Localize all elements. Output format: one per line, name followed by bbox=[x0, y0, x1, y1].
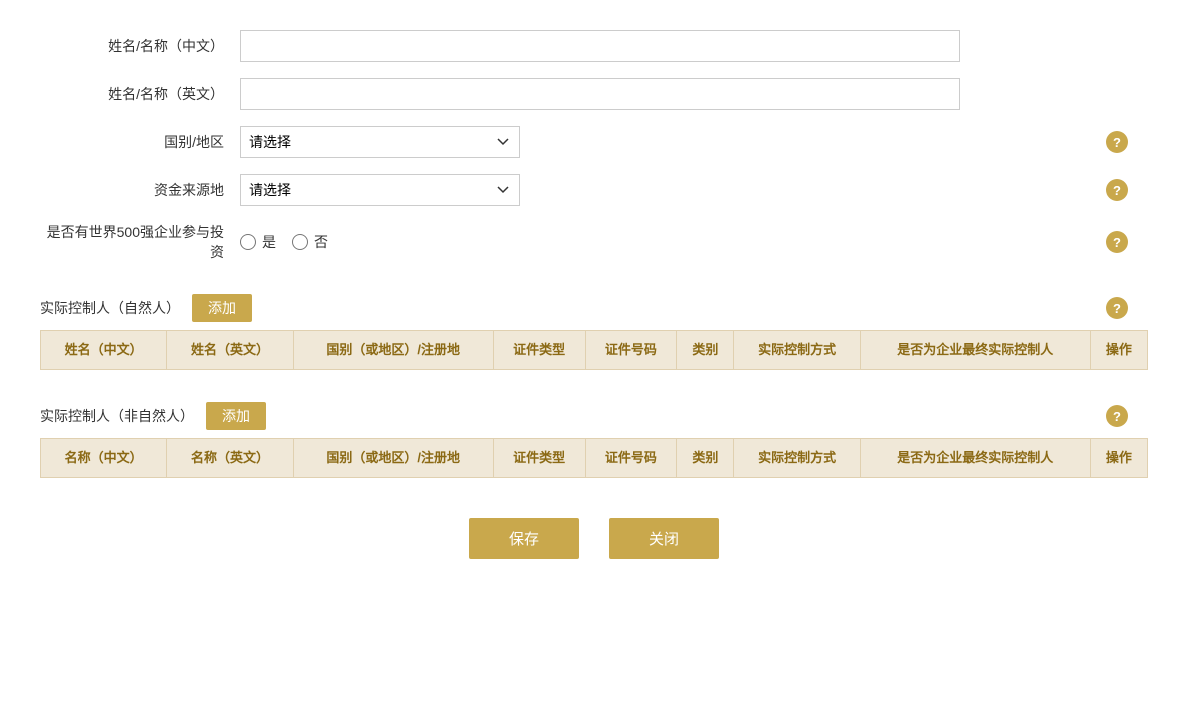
name-en-input[interactable] bbox=[240, 78, 960, 110]
section1-add-button[interactable]: 添加 bbox=[192, 294, 252, 322]
fund-source-select[interactable]: 请选择 bbox=[240, 174, 520, 206]
name-en-label: 姓名/名称（英文） bbox=[40, 84, 240, 104]
section1-col-country: 国别（或地区）/注册地 bbox=[293, 331, 493, 370]
name-cn-label: 姓名/名称（中文） bbox=[40, 36, 240, 56]
section2-col-control-method: 实际控制方式 bbox=[734, 439, 860, 478]
section2-table-header-row: 名称（中文） 名称（英文） 国别（或地区）/注册地 证件类型 证件号码 类别 实… bbox=[41, 439, 1148, 478]
section2-col-final-controller: 是否为企业最终实际控制人 bbox=[860, 439, 1090, 478]
section2-header: 实际控制人（非自然人） 添加 ? bbox=[40, 394, 1148, 438]
fortune500-row: 是否有世界500强企业参与投资 是 否 ? bbox=[40, 222, 1148, 262]
section1-col-name-cn: 姓名（中文） bbox=[41, 331, 167, 370]
country-label: 国别/地区 bbox=[40, 132, 240, 152]
section2-col-country: 国别（或地区）/注册地 bbox=[293, 439, 493, 478]
section1-header: 实际控制人（自然人） 添加 ? bbox=[40, 286, 1148, 330]
section1-table: 姓名（中文） 姓名（英文） 国别（或地区）/注册地 证件类型 证件号码 类别 实… bbox=[40, 330, 1148, 370]
fortune500-label: 是否有世界500强企业参与投资 bbox=[40, 222, 240, 262]
fortune500-no-option[interactable]: 否 bbox=[292, 232, 328, 252]
section2-col-cert-no: 证件号码 bbox=[585, 439, 677, 478]
section1-col-name-en: 姓名（英文） bbox=[167, 331, 293, 370]
section1-col-cert-type: 证件类型 bbox=[493, 331, 585, 370]
section1-help-icon[interactable]: ? bbox=[1106, 297, 1128, 319]
fund-source-label: 资金来源地 bbox=[40, 180, 240, 200]
section2-add-button[interactable]: 添加 bbox=[206, 402, 266, 430]
name-cn-input[interactable] bbox=[240, 30, 960, 62]
section2-title: 实际控制人（非自然人） bbox=[40, 406, 194, 426]
save-button[interactable]: 保存 bbox=[469, 518, 579, 559]
name-cn-row: 姓名/名称（中文） bbox=[40, 30, 1148, 62]
country-help-icon[interactable]: ? bbox=[1106, 131, 1128, 153]
fund-source-row: 资金来源地 请选择 ? bbox=[40, 174, 1148, 206]
section1-col-category: 类别 bbox=[677, 331, 734, 370]
section2-col-name-en: 名称（英文） bbox=[167, 439, 293, 478]
fortune500-no-radio[interactable] bbox=[292, 234, 308, 250]
fund-source-help-icon[interactable]: ? bbox=[1106, 179, 1128, 201]
section1-col-final-controller: 是否为企业最终实际控制人 bbox=[860, 331, 1090, 370]
section1-col-operation: 操作 bbox=[1090, 331, 1147, 370]
bottom-buttons: 保存 关闭 bbox=[40, 518, 1148, 579]
close-button[interactable]: 关闭 bbox=[609, 518, 719, 559]
section1-table-header-row: 姓名（中文） 姓名（英文） 国别（或地区）/注册地 证件类型 证件号码 类别 实… bbox=[41, 331, 1148, 370]
fortune500-radio-group: 是 否 bbox=[240, 232, 328, 252]
fortune500-yes-option[interactable]: 是 bbox=[240, 232, 276, 252]
fortune500-yes-radio[interactable] bbox=[240, 234, 256, 250]
country-select[interactable]: 请选择 bbox=[240, 126, 520, 158]
section2-col-name-cn: 名称（中文） bbox=[41, 439, 167, 478]
fortune500-yes-label: 是 bbox=[262, 232, 276, 252]
section2-col-cert-type: 证件类型 bbox=[493, 439, 585, 478]
section2-table: 名称（中文） 名称（英文） 国别（或地区）/注册地 证件类型 证件号码 类别 实… bbox=[40, 438, 1148, 478]
section2-col-operation: 操作 bbox=[1090, 439, 1147, 478]
section1-col-control-method: 实际控制方式 bbox=[734, 331, 860, 370]
country-row: 国别/地区 请选择 ? bbox=[40, 126, 1148, 158]
name-en-row: 姓名/名称（英文） bbox=[40, 78, 1148, 110]
section1-title: 实际控制人（自然人） bbox=[40, 298, 180, 318]
section2-col-category: 类别 bbox=[677, 439, 734, 478]
section2-help-icon[interactable]: ? bbox=[1106, 405, 1128, 427]
fortune500-no-label: 否 bbox=[314, 232, 328, 252]
section1-col-cert-no: 证件号码 bbox=[585, 331, 677, 370]
fortune500-help-icon[interactable]: ? bbox=[1106, 231, 1128, 253]
